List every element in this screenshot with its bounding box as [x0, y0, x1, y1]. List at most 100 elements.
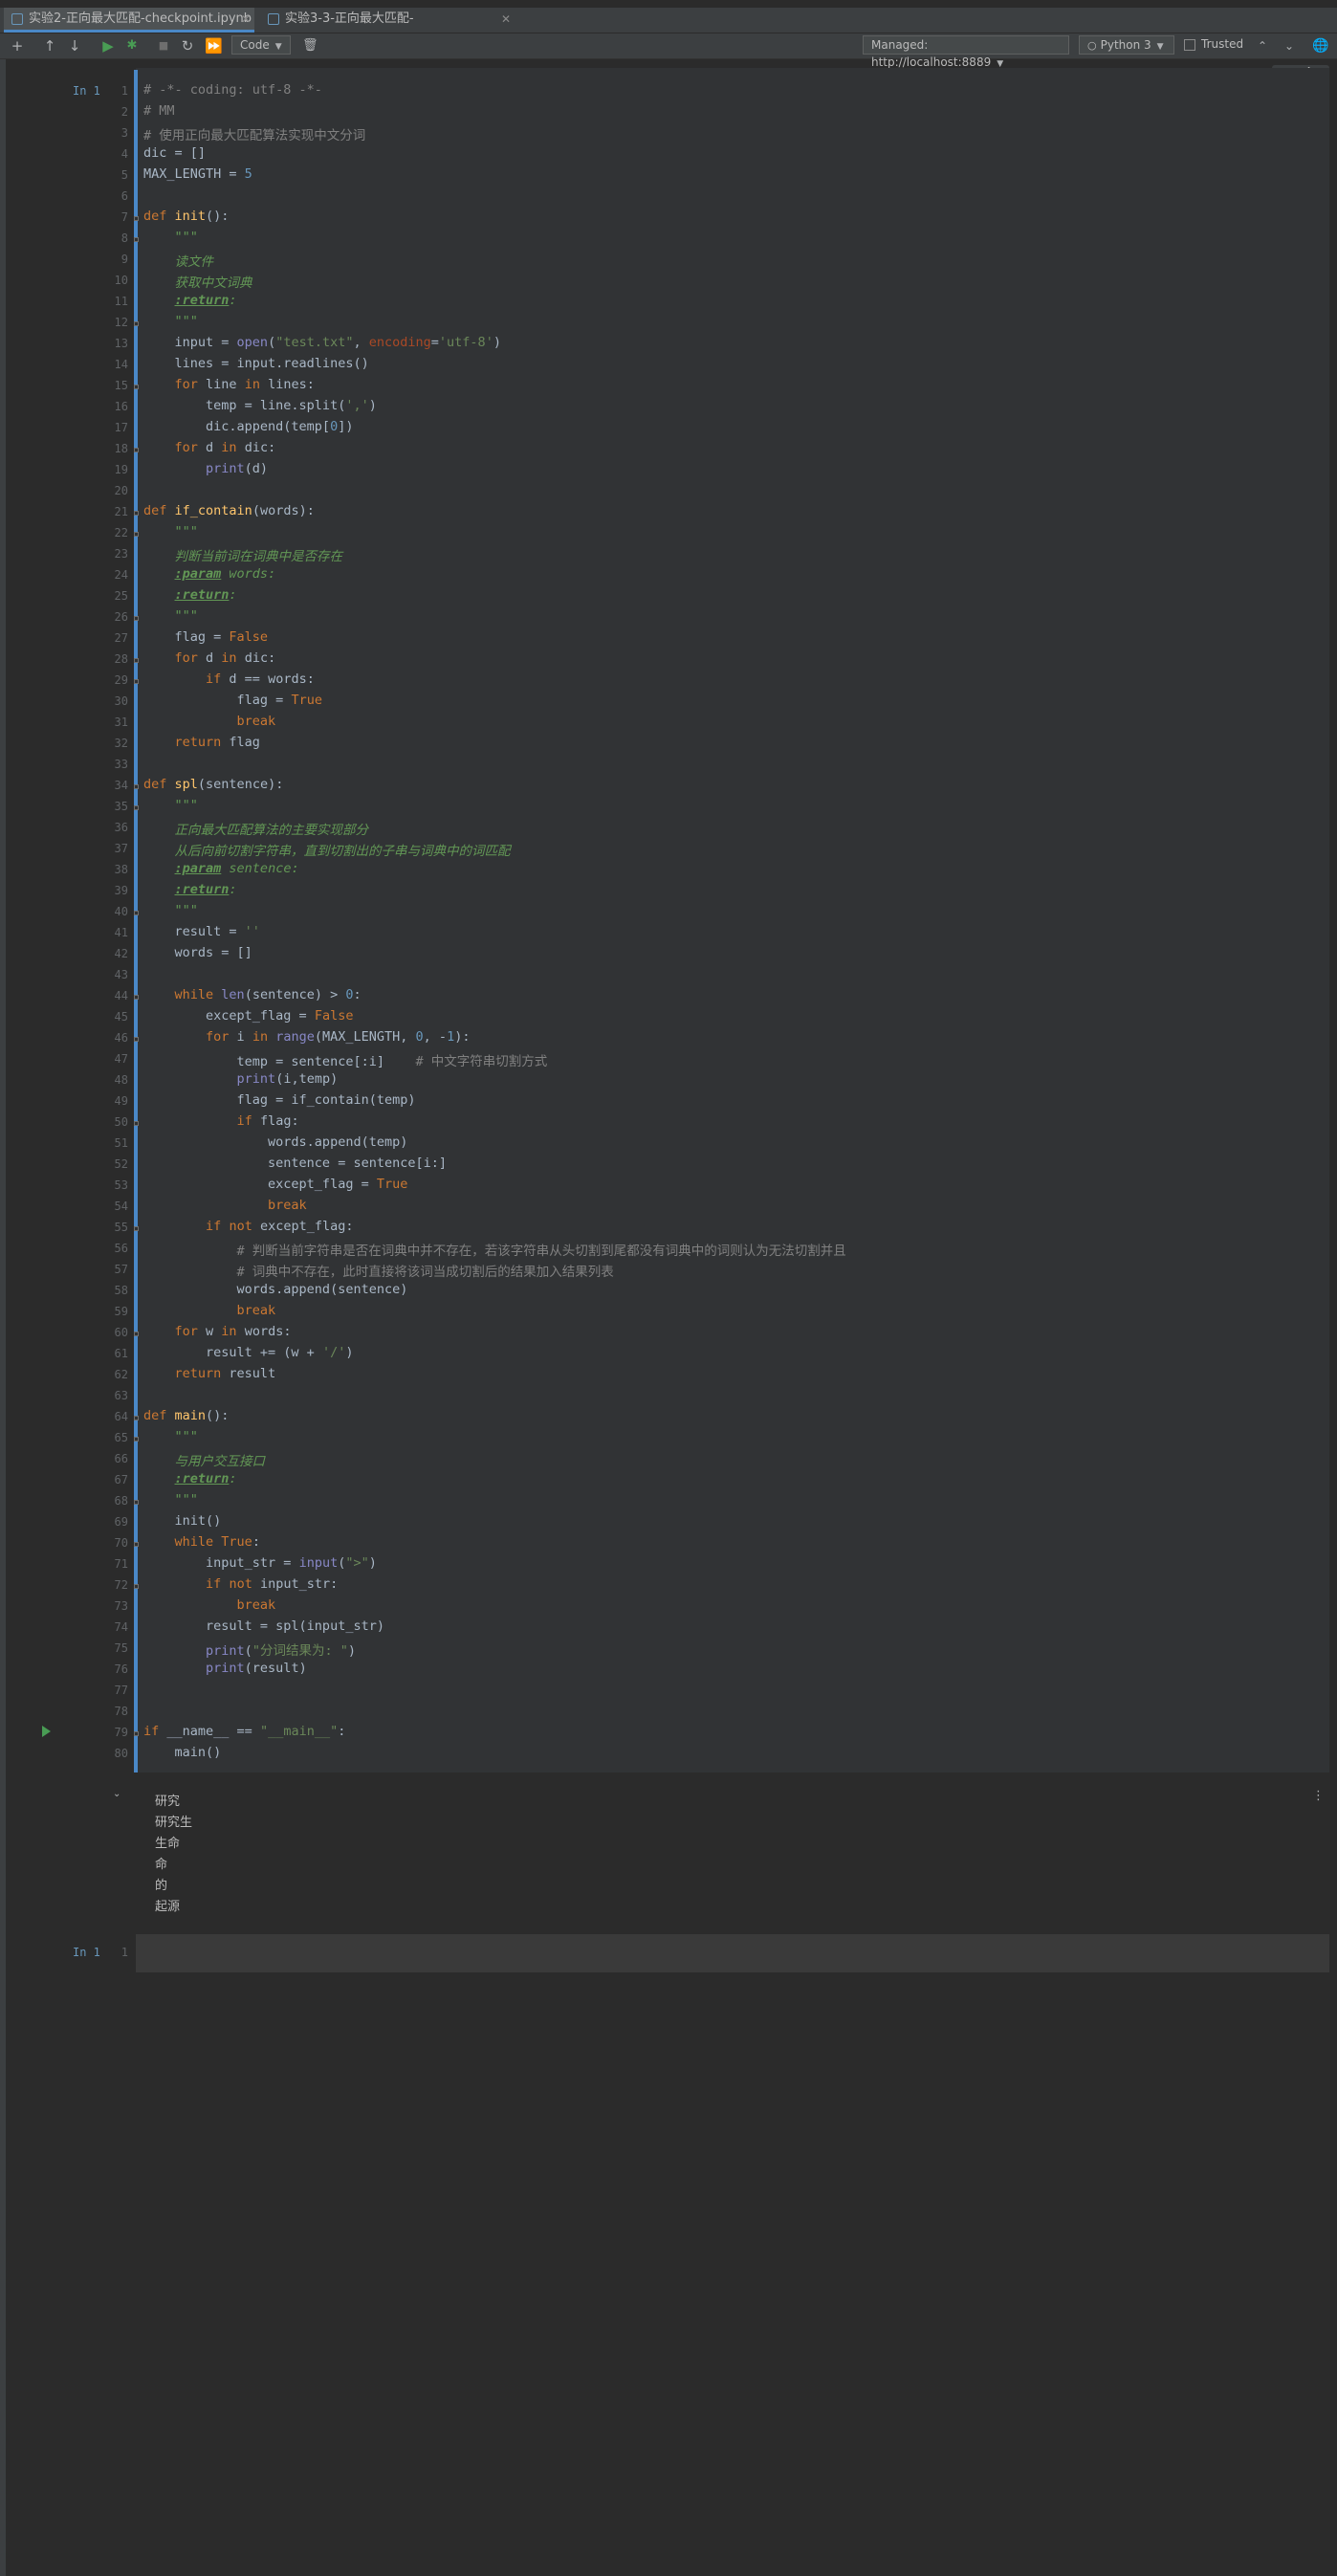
run-cell-icon[interactable]: ▶ — [99, 36, 117, 55]
fold-marker[interactable] — [134, 532, 139, 537]
line-number: 12 — [114, 316, 128, 329]
code-line: :return: — [174, 1471, 237, 1486]
fold-marker[interactable] — [134, 911, 139, 915]
code-line: main() — [143, 1745, 222, 1760]
line-number: 72 — [114, 1578, 128, 1592]
code-line: if __name__ == "__main__": — [143, 1724, 346, 1739]
globe-icon[interactable]: 🌐 — [1312, 36, 1329, 55]
line-number: 55 — [114, 1221, 128, 1234]
code-line: except_flag = False — [143, 1008, 354, 1024]
cell-prompt: In 1 — [73, 1946, 100, 1959]
tab-experiment-2[interactable]: 实验2-正向最大匹配-checkpoint.ipynb ✕ — [4, 8, 254, 33]
fold-marker[interactable] — [134, 616, 139, 621]
fold-marker[interactable] — [134, 237, 139, 242]
line-number: 8 — [121, 231, 128, 245]
fold-marker[interactable] — [134, 216, 139, 221]
chevron-down-icon: ▼ — [1156, 42, 1164, 52]
code-cell[interactable] — [136, 68, 1329, 1772]
line-number: 60 — [114, 1326, 128, 1339]
code-line: # 使用正向最大匹配算法实现中文分词 — [143, 128, 366, 143]
cell-type-select[interactable]: Code ▼ — [231, 35, 291, 55]
code-line: while len(sentence) > 0: — [174, 987, 362, 1002]
code-line: if not input_str: — [206, 1576, 339, 1592]
fold-marker[interactable] — [134, 1037, 139, 1042]
code-line: print(i,temp) — [236, 1071, 339, 1087]
code-line: flag = False — [143, 629, 269, 645]
line-number: 51 — [114, 1136, 128, 1150]
restart-kernel-icon[interactable]: ↻ — [180, 36, 195, 55]
empty-code-cell[interactable] — [136, 1934, 1329, 1972]
code-line: """ — [143, 230, 198, 245]
line-number: 43 — [114, 968, 128, 981]
code-line: flag = True — [143, 693, 322, 708]
editor-tabs: 实验2-正向最大匹配-checkpoint.ipynb ✕ 实验3-3-正向最大… — [0, 8, 1337, 49]
line-number: 49 — [114, 1094, 128, 1108]
fold-marker[interactable] — [134, 995, 139, 1000]
fold-marker[interactable] — [134, 385, 139, 389]
line-number: 62 — [114, 1368, 128, 1381]
kernel-select[interactable]: ○ Python 3 ▼ — [1079, 35, 1174, 55]
fold-marker[interactable] — [134, 448, 139, 452]
line-number: 3 — [121, 126, 128, 140]
line-number: 36 — [114, 821, 128, 834]
close-tab-icon[interactable]: ✕ — [241, 8, 251, 31]
collapse-output-icon[interactable]: ⌄ — [113, 1789, 121, 1799]
run-gutter-icon[interactable] — [42, 1726, 51, 1737]
run-all-icon[interactable]: ⏩ — [205, 36, 223, 55]
cell-prompt: In 1 — [73, 84, 100, 98]
fold-marker[interactable] — [134, 1731, 139, 1736]
cell-output — [136, 1775, 1329, 1930]
fold-marker[interactable] — [134, 679, 139, 684]
line-number: 74 — [114, 1620, 128, 1634]
code-line: def if_contain(words): — [143, 503, 315, 518]
code-line: def main(): — [143, 1408, 230, 1423]
fold-marker[interactable] — [134, 658, 139, 663]
chevron-down-icon[interactable]: ⌄ — [1282, 36, 1297, 55]
fold-marker[interactable] — [134, 784, 139, 789]
fold-marker[interactable] — [134, 805, 139, 810]
chevron-down-icon: ▼ — [274, 42, 282, 52]
debug-icon[interactable]: ✱ — [124, 36, 140, 55]
trusted-checkbox[interactable] — [1184, 39, 1195, 51]
fold-marker[interactable] — [134, 1437, 139, 1442]
add-cell-icon[interactable]: + — [10, 36, 25, 55]
code-line: """ — [143, 314, 198, 329]
code-line: if not except_flag: — [206, 1219, 354, 1234]
line-number: 11 — [114, 295, 128, 308]
code-line: words.append(temp) — [143, 1134, 408, 1150]
line-number: 57 — [114, 1263, 128, 1276]
code-line: if d == words: — [206, 672, 315, 687]
more-options-icon[interactable]: ⋮ — [1312, 1789, 1325, 1803]
line-number: 45 — [114, 1010, 128, 1024]
fold-marker[interactable] — [134, 1584, 139, 1589]
notebook-file-icon — [11, 13, 23, 25]
line-number: 65 — [114, 1431, 128, 1444]
line-number: 27 — [114, 631, 128, 645]
fold-marker[interactable] — [134, 1332, 139, 1336]
line-number: 6 — [121, 189, 128, 203]
close-tab-icon[interactable]: ✕ — [501, 8, 511, 31]
fold-marker[interactable] — [134, 1500, 139, 1505]
move-up-icon[interactable]: ↑ — [42, 36, 57, 55]
fold-marker[interactable] — [134, 1542, 139, 1547]
line-number: 28 — [114, 652, 128, 666]
code-line: def spl(sentence): — [143, 777, 284, 792]
kernel-server-select[interactable]: Managed: http://localhost:8889 ▼ — [863, 35, 1069, 69]
stop-icon[interactable]: ■ — [157, 36, 170, 55]
fold-marker[interactable] — [134, 511, 139, 516]
line-number: 15 — [114, 379, 128, 392]
fold-marker[interactable] — [134, 1416, 139, 1420]
fold-marker[interactable] — [134, 321, 139, 326]
fold-marker[interactable] — [134, 1226, 139, 1231]
code-line: if flag: — [236, 1113, 299, 1129]
chevron-up-icon[interactable]: ⌃ — [1255, 36, 1270, 55]
left-gutter-strip — [0, 59, 6, 2576]
code-line: input_str = input(">") — [143, 1555, 377, 1571]
delete-cell-icon[interactable]: 🗑 — [302, 36, 318, 55]
line-number: 59 — [114, 1305, 128, 1318]
code-line: """ — [143, 608, 198, 624]
move-down-icon[interactable]: ↓ — [67, 36, 82, 55]
fold-marker[interactable] — [134, 1121, 139, 1126]
line-number: 1 — [121, 1946, 128, 1959]
tab-experiment-3-3[interactable]: 实验3-3-正向最大匹配-checkpoint.ipynb ✕ — [260, 8, 518, 49]
